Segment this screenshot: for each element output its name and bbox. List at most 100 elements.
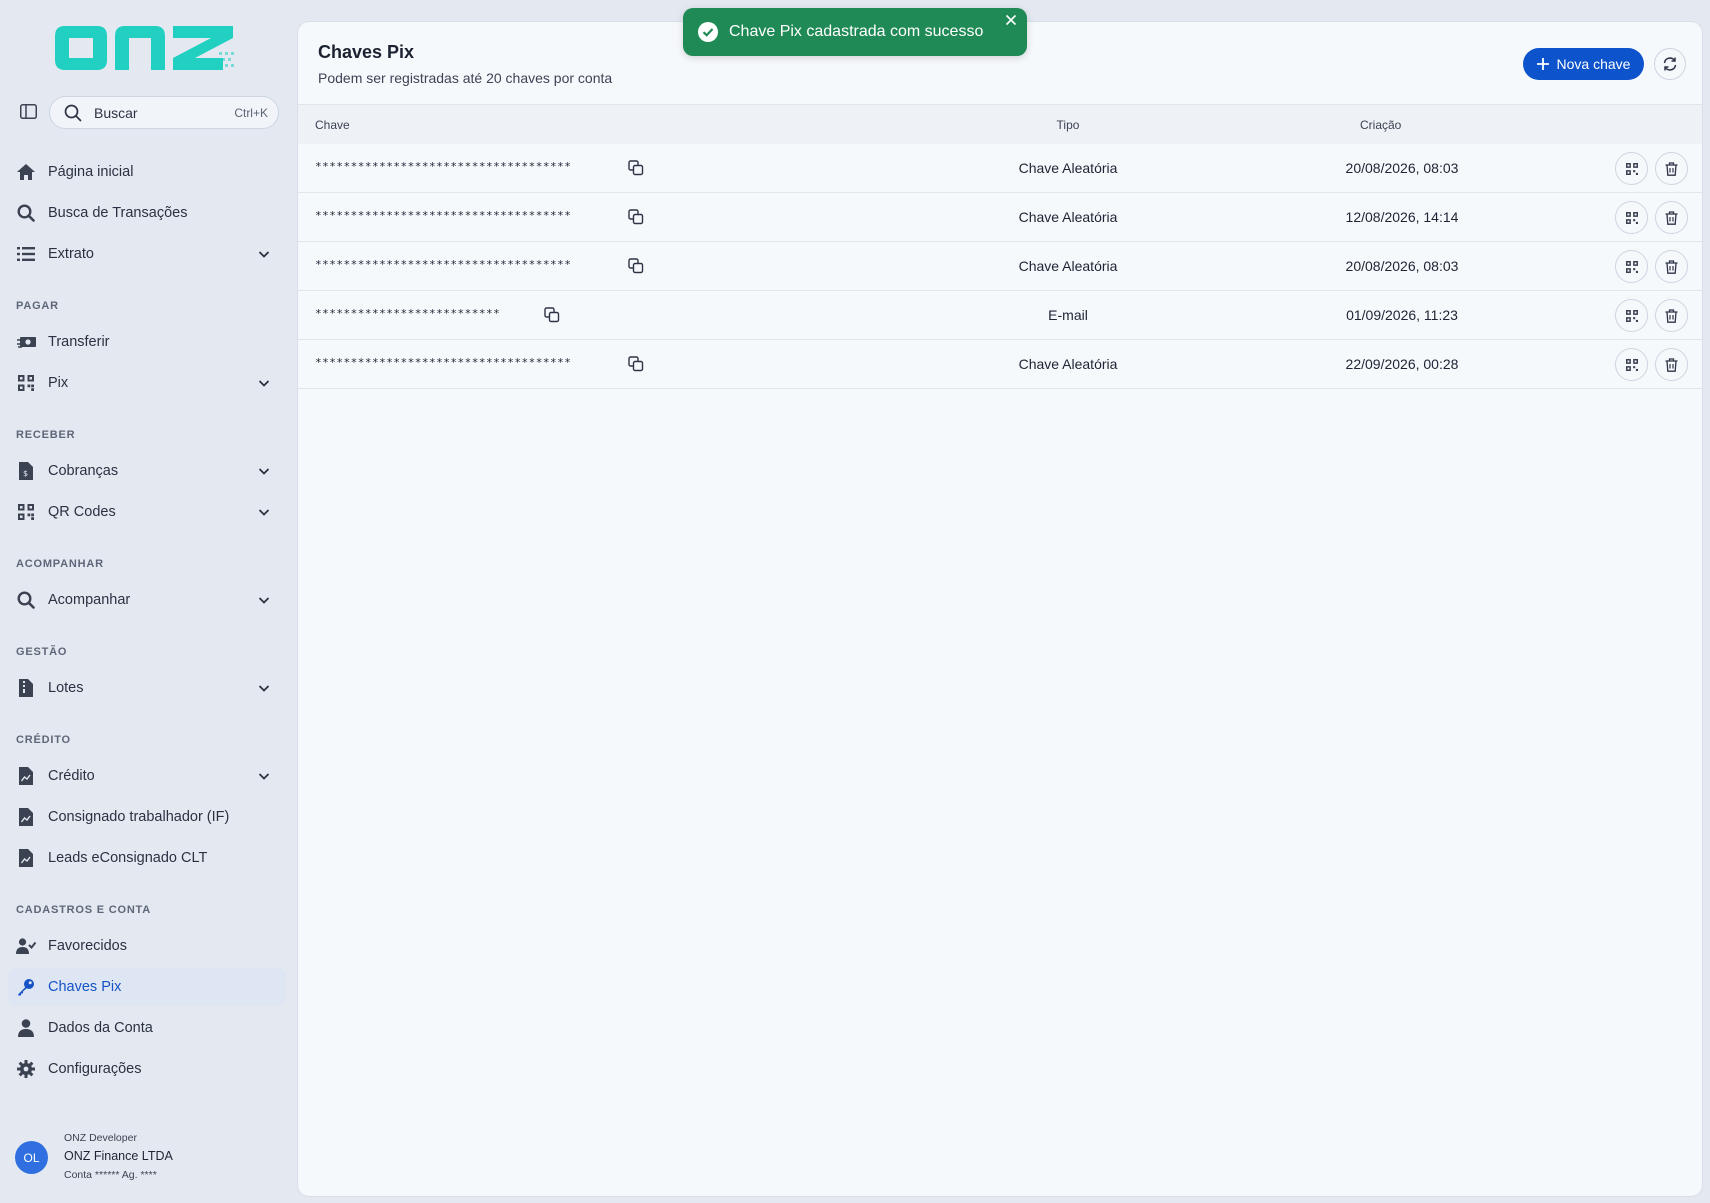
qr-code-button[interactable]	[1615, 152, 1648, 185]
sidebar-item-credito[interactable]: Crédito	[8, 757, 286, 795]
pix-key-masked: ************************************	[315, 258, 572, 271]
copy-icon[interactable]	[628, 258, 644, 274]
column-header-tipo: Tipo	[1056, 118, 1080, 132]
pix-key-masked: ************************************	[315, 209, 572, 222]
pix-key-masked: ************************************	[315, 356, 572, 369]
sidebar-item-transferir[interactable]: Transferir	[8, 323, 286, 361]
close-icon[interactable]	[1005, 14, 1019, 28]
home-icon	[16, 162, 36, 182]
document-chart-icon	[16, 807, 36, 827]
sidebar-item-favorecidos[interactable]: Favorecidos	[8, 927, 286, 965]
section-label-cadastros: CADASTROS E CONTA	[16, 904, 152, 916]
qr-grid-icon	[1625, 260, 1638, 273]
copy-icon[interactable]	[544, 307, 560, 323]
trash-icon	[1665, 161, 1678, 176]
avatar: OL	[15, 1141, 48, 1174]
sidebar-item-extrato[interactable]: Extrato	[8, 235, 286, 273]
check-circle-icon	[697, 21, 719, 43]
sidebar-toggle-button[interactable]	[17, 102, 39, 120]
table-row: ************************************ Cha…	[298, 144, 1702, 193]
page-subtitle: Podem ser registradas até 20 chaves por …	[318, 70, 613, 86]
user-profile[interactable]: OL ONZ Developer ONZ Finance LTDA Conta …	[15, 1127, 285, 1187]
delete-button[interactable]	[1655, 299, 1688, 332]
page-title: Chaves Pix	[318, 42, 415, 62]
delete-button[interactable]	[1655, 152, 1688, 185]
new-key-label: Nova chave	[1556, 56, 1631, 72]
table-row: ************************************ Cha…	[298, 340, 1702, 389]
qr-grid-icon	[1625, 358, 1638, 371]
sidebar-item-pagina-inicial[interactable]: Página inicial	[8, 153, 286, 191]
document-zip-icon	[16, 678, 36, 698]
copy-icon[interactable]	[628, 209, 644, 225]
onz-logo[interactable]	[55, 22, 237, 74]
trash-icon	[1665, 308, 1678, 323]
pix-key-type: Chave Aleatória	[1018, 160, 1118, 176]
sidebar: Buscar Ctrl+K Página inicial Busca de Tr…	[0, 0, 297, 1203]
sidebar-item-consignado-trabalhador[interactable]: Consignado trabalhador (IF)	[8, 798, 286, 836]
sidebar-item-acompanhar[interactable]: Acompanhar	[8, 581, 286, 619]
search-placeholder: Buscar	[94, 104, 138, 121]
qr-grid-icon	[1625, 162, 1638, 175]
qr-code-button[interactable]	[1615, 201, 1648, 234]
qr-code-button[interactable]	[1615, 250, 1648, 283]
trash-icon	[1665, 259, 1678, 274]
pix-key-type: Chave Aleatória	[1018, 356, 1118, 372]
section-label-acompanhar: ACOMPANHAR	[16, 558, 104, 570]
delete-button[interactable]	[1655, 250, 1688, 283]
sidebar-item-configuracoes[interactable]: Configurações	[8, 1050, 286, 1088]
section-label-pagar: PAGAR	[16, 300, 59, 312]
section-label-receber: RECEBER	[16, 429, 76, 441]
user-check-icon	[16, 936, 36, 956]
invoice-icon: $	[16, 461, 36, 481]
user-company: ONZ Finance LTDA	[64, 1149, 173, 1163]
copy-icon[interactable]	[628, 356, 644, 372]
pix-key-masked: **************************	[315, 307, 501, 320]
column-header-chave: Chave	[315, 118, 350, 132]
success-toast: Chave Pix cadastrada com sucesso	[683, 8, 1027, 56]
sidebar-item-qr-codes[interactable]: QR Codes	[8, 493, 286, 531]
section-label-credito: CRÉDITO	[16, 734, 71, 746]
trash-icon	[1665, 357, 1678, 372]
pix-key-created: 01/09/2026, 11:23	[1346, 307, 1458, 323]
delete-button[interactable]	[1655, 201, 1688, 234]
refresh-button[interactable]	[1654, 48, 1686, 80]
plus-icon	[1536, 58, 1549, 70]
qr-code-button[interactable]	[1615, 299, 1648, 332]
delete-button[interactable]	[1655, 348, 1688, 381]
sidebar-item-cobrancas[interactable]: $ Cobranças	[8, 452, 286, 490]
qr-grid-icon	[1625, 309, 1638, 322]
search-input[interactable]: Buscar Ctrl+K	[49, 96, 279, 129]
qr-grid-icon	[16, 373, 36, 393]
pix-key-type: E-mail	[1048, 307, 1088, 323]
chevron-down-icon	[256, 768, 272, 784]
sidebar-item-busca-transacoes[interactable]: Busca de Transações	[8, 194, 286, 232]
refresh-icon	[1663, 57, 1677, 71]
document-chart-icon	[16, 766, 36, 786]
sidebar-item-lotes[interactable]: Lotes	[8, 669, 286, 707]
copy-icon[interactable]	[628, 160, 644, 176]
sidebar-item-leads-econsignado[interactable]: Leads eConsignado CLT	[8, 839, 286, 877]
table-row: ************************************ Cha…	[298, 242, 1702, 291]
column-header-criacao: Criação	[1360, 118, 1402, 132]
search-icon	[64, 104, 82, 122]
gear-icon	[16, 1059, 36, 1079]
search-icon	[16, 203, 36, 223]
user-role: ONZ Developer	[64, 1132, 137, 1144]
sidebar-item-pix[interactable]: Pix	[8, 364, 286, 402]
qr-code-button[interactable]	[1615, 348, 1648, 381]
table-header: Chave Tipo Criação	[298, 104, 1702, 144]
pix-key-type: Chave Aleatória	[1018, 258, 1118, 274]
chevron-down-icon	[256, 680, 272, 696]
new-key-button[interactable]: Nova chave	[1523, 48, 1644, 80]
pix-key-created: 22/09/2026, 00:28	[1345, 356, 1459, 372]
pix-key-type: Chave Aleatória	[1018, 209, 1118, 225]
sidebar-item-chaves-pix[interactable]: Chaves Pix	[8, 968, 286, 1006]
sidebar-item-dados-conta[interactable]: Dados da Conta	[8, 1009, 286, 1047]
sidebar-panel-icon	[19, 103, 37, 119]
document-chart-icon	[16, 848, 36, 868]
pix-key-created: 20/08/2026, 08:03	[1345, 258, 1459, 274]
search-shortcut: Ctrl+K	[234, 105, 268, 120]
chevron-down-icon	[256, 375, 272, 391]
pix-key-created: 20/08/2026, 08:03	[1345, 160, 1459, 176]
user-icon	[16, 1018, 36, 1038]
